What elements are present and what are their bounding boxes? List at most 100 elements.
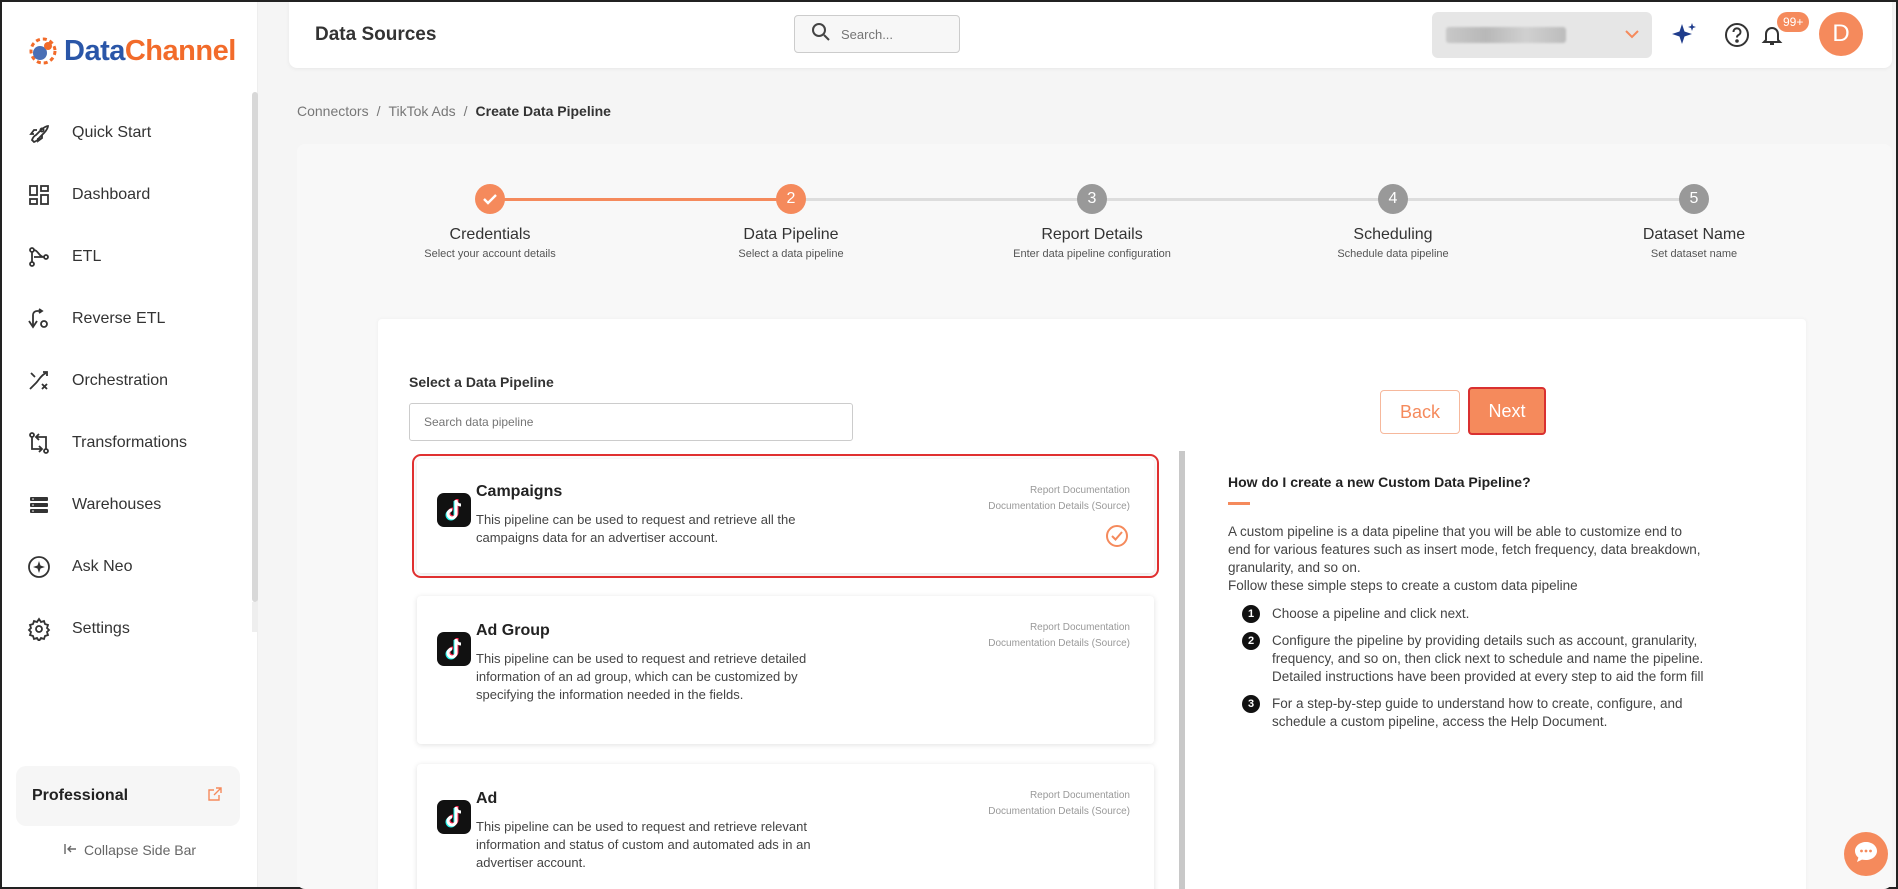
breadcrumb-current: Create Data Pipeline [475, 103, 611, 119]
next-button[interactable]: Next [1468, 387, 1546, 435]
step-title: Scheduling [1353, 226, 1433, 243]
collapse-sidebar-button[interactable]: Collapse Side Bar [2, 842, 258, 858]
avatar[interactable]: D [1819, 12, 1863, 56]
step-title: Data Pipeline [743, 226, 839, 243]
sidebar-item-orchestration[interactable]: Orchestration [2, 350, 250, 412]
step-credentials[interactable]: Credentials Select your account details [390, 184, 590, 260]
plan-box[interactable]: Professional [16, 766, 240, 826]
step-dataset-name[interactable]: 5 Dataset Name Set dataset name [1594, 184, 1794, 260]
help-icon[interactable] [1722, 20, 1752, 50]
tiktok-icon [437, 632, 471, 666]
pipeline-card-ad[interactable]: Ad This pipeline can be used to request … [417, 764, 1154, 889]
check-icon [483, 194, 497, 205]
step-subtitle: Select your account details [424, 248, 556, 260]
collapse-arrow-icon [64, 842, 78, 858]
sidebar-item-label: Ask Neo [72, 558, 133, 575]
sidebar-item-etl[interactable]: ETL [2, 226, 250, 288]
step-circle-done [475, 184, 505, 214]
account-selector[interactable] [1432, 12, 1652, 58]
pipeline-title: Campaigns [476, 483, 563, 500]
top-bar: Data Sources 99+ D [289, 2, 1892, 68]
collapse-label: Collapse Side Bar [83, 842, 197, 858]
step-subtitle: Enter data pipeline configuration [1013, 248, 1171, 260]
pipeline-links: Report Documentation Documentation Detai… [988, 483, 1130, 515]
logo-text: DataChannel [64, 34, 236, 67]
step-data-pipeline[interactable]: 2 Data Pipeline Select a data pipeline [691, 184, 891, 260]
breadcrumb-connectors[interactable]: Connectors [297, 103, 369, 119]
step-title: Dataset Name [1642, 226, 1746, 243]
documentation-details-link[interactable]: Documentation Details (Source) [988, 636, 1130, 652]
search-input[interactable] [841, 26, 951, 42]
sidebar-item-quick-start[interactable]: Quick Start [2, 102, 250, 164]
step-circle: 2 [776, 184, 806, 214]
step-number-badge: 1 [1242, 605, 1260, 623]
pipeline-card-campaigns[interactable]: Campaigns This pipeline can be used to r… [412, 454, 1159, 578]
pipeline-list-scrollbar[interactable] [1179, 451, 1185, 889]
logo[interactable]: DataChannel [26, 34, 236, 68]
help-paragraph: A custom pipeline is a data pipeline tha… [1228, 523, 1708, 595]
dashboard-icon [26, 182, 52, 208]
selected-check-icon [1106, 525, 1128, 547]
sidebar-item-label: Transformations [72, 434, 187, 451]
sidebar-item-label: Reverse ETL [72, 310, 166, 327]
step-scheduling[interactable]: 4 Scheduling Schedule data pipeline [1293, 184, 1493, 260]
step-number-badge: 3 [1242, 695, 1260, 713]
plan-label: Professional [32, 787, 129, 804]
select-pipeline-label: Select a Data Pipeline [409, 374, 554, 390]
ai-sparkle-icon[interactable] [1669, 20, 1699, 50]
sidebar-nav: Quick Start Dashboard ETL Reverse ETL Or… [2, 102, 250, 660]
help-step-text: Configure the pipeline by providing deta… [1272, 633, 1704, 684]
sidebar-scrollbar[interactable] [252, 92, 258, 602]
step-subtitle: Schedule data pipeline [1337, 248, 1449, 260]
sidebar-item-warehouses[interactable]: Warehouses [2, 474, 250, 536]
global-search[interactable] [794, 15, 960, 53]
chat-bubble-icon [1853, 840, 1879, 869]
step-title: Report Details [1041, 226, 1143, 243]
sidebar-item-label: Dashboard [72, 186, 151, 203]
transformations-icon [26, 430, 52, 456]
sidebar-item-dashboard[interactable]: Dashboard [2, 164, 250, 226]
sidebar-item-transformations[interactable]: Transformations [2, 412, 250, 474]
sidebar: DataChannel Quick Start Dashboard ETL Re… [2, 2, 258, 887]
rocket-icon [26, 120, 52, 146]
pipeline-panel: Select a Data Pipeline Back Next Campaig… [378, 319, 1806, 889]
pipeline-search-input[interactable] [409, 403, 853, 441]
help-paragraph-1: A custom pipeline is a data pipeline tha… [1228, 524, 1701, 575]
breadcrumb-tiktok-ads[interactable]: TikTok Ads [388, 103, 455, 119]
pipeline-title: Ad [476, 790, 498, 807]
sidebar-item-label: Orchestration [72, 372, 169, 389]
sparkle-icon [26, 554, 52, 580]
search-icon [811, 22, 831, 47]
external-link-icon[interactable] [208, 786, 222, 806]
sidebar-item-reverse-etl[interactable]: Reverse ETL [2, 288, 250, 350]
pipeline-links: Report Documentation Documentation Detai… [988, 620, 1130, 652]
step-subtitle: Select a data pipeline [738, 248, 844, 260]
chevron-down-icon [1624, 26, 1640, 44]
sidebar-item-settings[interactable]: Settings [2, 598, 250, 660]
report-documentation-link[interactable]: Report Documentation [988, 788, 1130, 804]
gear-icon [26, 616, 52, 642]
pipeline-card-ad-group[interactable]: Ad Group This pipeline can be used to re… [417, 596, 1154, 744]
breadcrumb-separator: / [463, 103, 468, 119]
breadcrumb-separator: / [376, 103, 381, 119]
tiktok-icon [437, 800, 471, 834]
step-circle: 3 [1077, 184, 1107, 214]
documentation-details-link[interactable]: Documentation Details (Source) [988, 804, 1130, 820]
pipeline-title: Ad Group [476, 622, 550, 639]
etl-icon [26, 244, 52, 270]
report-documentation-link[interactable]: Report Documentation [988, 620, 1130, 636]
step-number-badge: 2 [1242, 632, 1260, 650]
notification-badge: 99+ [1777, 12, 1810, 32]
logo-mark-icon [26, 34, 60, 68]
help-step-text: Choose a pipeline and click next. [1272, 606, 1470, 621]
report-documentation-link[interactable]: Report Documentation [988, 483, 1130, 499]
orchestration-icon [26, 368, 52, 394]
help-paragraph-2: Follow these simple steps to create a cu… [1228, 578, 1578, 593]
back-button[interactable]: Back [1380, 390, 1460, 434]
warehouses-icon [26, 492, 52, 518]
chat-support-button[interactable] [1844, 832, 1888, 876]
step-title: Credentials [449, 226, 531, 243]
sidebar-item-ask-neo[interactable]: Ask Neo [2, 536, 250, 598]
step-report-details[interactable]: 3 Report Details Enter data pipeline con… [992, 184, 1192, 260]
documentation-details-link[interactable]: Documentation Details (Source) [988, 499, 1130, 515]
